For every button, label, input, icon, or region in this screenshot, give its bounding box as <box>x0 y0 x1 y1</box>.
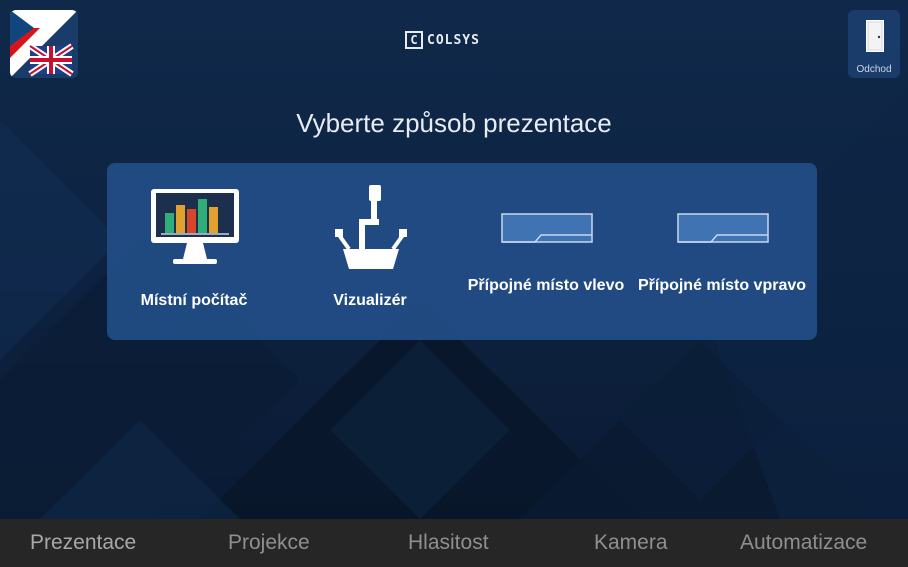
option-port-left[interactable]: Přípojné místo vlevo <box>461 163 631 340</box>
option-local-computer[interactable]: Místní počítač <box>109 163 279 340</box>
option-label: Přípojné místo vpravo <box>637 277 807 294</box>
wall-port-icon <box>677 213 769 243</box>
document-camera-icon <box>335 185 407 269</box>
language-switch-button[interactable] <box>10 10 78 78</box>
exit-button[interactable]: Odchod <box>848 10 900 78</box>
option-port-right[interactable]: Přípojné místo vpravo <box>637 163 807 340</box>
tab-prezentace[interactable]: Prezentace <box>30 519 136 567</box>
main-stage: C COLSYS Odchod Vyberte způsob prezentac… <box>0 0 908 519</box>
logo-mark: C <box>405 31 423 49</box>
source-selection-panel: Místní počítač Vizualizér Přípojné místo… <box>107 163 817 340</box>
tab-projekce[interactable]: Projekce <box>228 519 310 567</box>
option-label: Přípojné místo vlevo <box>467 277 625 294</box>
door-icon <box>866 20 884 52</box>
wall-port-icon <box>501 213 593 243</box>
tab-automatizace[interactable]: Automatizace <box>740 519 867 567</box>
logo-text: COLSYS <box>427 32 480 48</box>
bottom-tab-bar: Prezentace Projekce Hlasitost Kamera Aut… <box>0 519 908 567</box>
option-label: Místní počítač <box>140 292 248 309</box>
colsys-logo: C COLSYS <box>405 29 480 51</box>
option-label: Vizualizér <box>333 292 407 309</box>
option-visualizer[interactable]: Vizualizér <box>285 163 455 340</box>
monitor-chart-icon <box>151 189 239 264</box>
page-title: Vyberte způsob prezentace <box>296 108 612 138</box>
language-flags-icon <box>10 10 78 78</box>
tab-kamera[interactable]: Kamera <box>594 519 668 567</box>
exit-label: Odchod <box>856 64 892 75</box>
tab-hlasitost[interactable]: Hlasitost <box>408 519 489 567</box>
